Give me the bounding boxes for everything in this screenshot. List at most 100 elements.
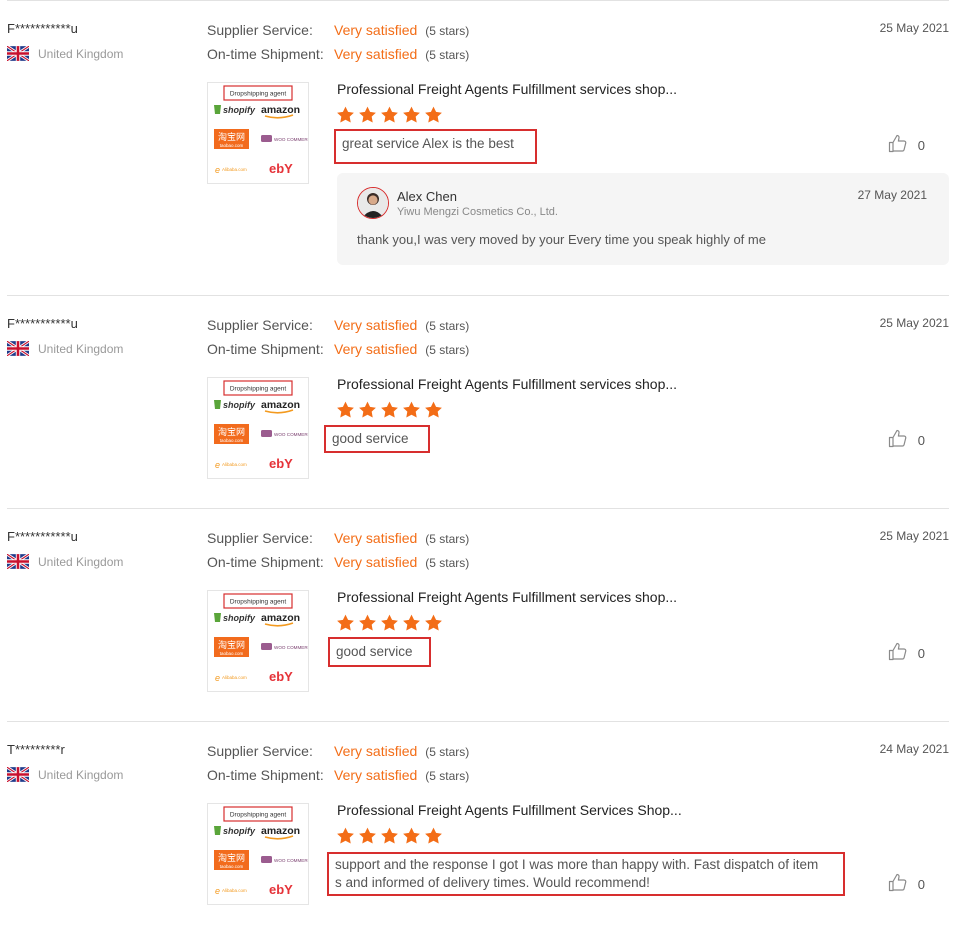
product-thumbnail[interactable]: Dropshipping agent shopify amazon 淘宝网 taobao…	[207, 377, 309, 479]
review-comment: support and the response I got I was mor…	[327, 852, 845, 896]
uk-flag-icon	[6, 44, 30, 63]
svg-text:Alibaba.com: Alibaba.com	[222, 462, 247, 467]
product-thumbnail[interactable]: Dropshipping agent shopify amazon 淘宝网 taobao…	[207, 590, 309, 692]
avatar	[357, 187, 389, 219]
svg-text:shopify: shopify	[223, 613, 256, 623]
uk-flag-icon	[6, 765, 30, 784]
star-icon	[336, 105, 355, 124]
star-icon	[358, 826, 377, 845]
ontime-shipment-label: On-time Shipment:	[207, 767, 324, 783]
supplier-service-stars: (5 stars)	[425, 319, 470, 333]
svg-text:shopify: shopify	[223, 826, 256, 836]
product-title-link[interactable]: Professional Freight Agents Fulfillment …	[337, 81, 677, 97]
ontime-shipment-value: Very satisfied	[334, 341, 418, 357]
country-label: United Kingdom	[38, 554, 124, 569]
supplier-service-stars: (5 stars)	[425, 532, 470, 546]
star-icon	[380, 105, 399, 124]
uk-flag-icon	[6, 552, 30, 571]
ontime-shipment-label: On-time Shipment:	[207, 554, 324, 570]
reply-date: 27 May 2021	[857, 188, 927, 202]
star-icon	[358, 613, 377, 632]
product-thumbnail[interactable]: Dropshipping agent shopify amazon 淘宝网 taobao…	[207, 803, 309, 905]
review-item: T*********r United Kingdom Supplier Serv…	[6, 721, 949, 940]
star-icon	[402, 826, 421, 845]
uk-flag-icon	[6, 339, 30, 358]
svg-text:taobao.com: taobao.com	[220, 438, 244, 443]
supplier-service-rating: Supplier Service: Very satisfied (5 stars)	[207, 530, 469, 546]
ontime-shipment-stars: (5 stars)	[425, 769, 470, 783]
supplier-service-label: Supplier Service:	[207, 530, 313, 546]
buyer-name: T*********r	[7, 742, 65, 757]
ontime-shipment-rating: On-time Shipment: Very satisfied (5 stars)	[207, 46, 469, 62]
thumbs-up-icon	[888, 642, 918, 664]
product-title-link[interactable]: Professional Freight Agents Fulfillment …	[337, 376, 677, 392]
thumbs-up-icon	[888, 429, 918, 451]
ontime-shipment-stars: (5 stars)	[425, 343, 470, 357]
review-date: 25 May 2021	[879, 316, 949, 330]
supplier-service-value: Very satisfied	[334, 743, 418, 759]
supplier-service-value: Very satisfied	[334, 22, 418, 38]
star-icon	[380, 613, 399, 632]
star-icon	[402, 105, 421, 124]
ontime-shipment-label: On-time Shipment:	[207, 46, 324, 62]
svg-text:amazon: amazon	[261, 104, 300, 116]
svg-text:ebY: ebY	[269, 161, 293, 176]
like-button[interactable]: 0	[888, 134, 925, 156]
ontime-shipment-value: Very satisfied	[334, 46, 418, 62]
buyer-name: F***********u	[7, 316, 78, 331]
svg-text:amazon: amazon	[261, 825, 300, 837]
star-icon	[380, 826, 399, 845]
svg-text:WOO COMMERCE: WOO COMMERCE	[274, 858, 308, 863]
svg-text:shopify: shopify	[223, 400, 256, 410]
star-icon	[402, 613, 421, 632]
supplier-service-rating: Supplier Service: Very satisfied (5 stars)	[207, 317, 469, 333]
product-star-rating	[336, 105, 446, 125]
star-icon	[336, 826, 355, 845]
svg-text:e: e	[215, 165, 220, 175]
ontime-shipment-rating: On-time Shipment: Very satisfied (5 stars)	[207, 767, 469, 783]
like-button[interactable]: 0	[888, 429, 925, 451]
star-icon	[424, 400, 443, 419]
svg-text:ebY: ebY	[269, 669, 293, 684]
svg-text:淘宝网: 淘宝网	[218, 426, 245, 438]
svg-text:ebY: ebY	[269, 456, 293, 471]
supplier-service-label: Supplier Service:	[207, 22, 313, 38]
like-button[interactable]: 0	[888, 873, 925, 895]
svg-text:Dropshipping agent: Dropshipping agent	[230, 386, 287, 393]
product-title-link[interactable]: Professional Freight Agents Fulfillment …	[337, 589, 677, 605]
svg-text:WOO COMMERCE: WOO COMMERCE	[274, 432, 308, 437]
country-label: United Kingdom	[38, 341, 124, 356]
review-date: 25 May 2021	[879, 21, 949, 35]
svg-text:淘宝网: 淘宝网	[218, 131, 245, 143]
product-title-link[interactable]: Professional Freight Agents Fulfillment …	[337, 802, 682, 818]
supplier-service-value: Very satisfied	[334, 530, 418, 546]
review-item: F***********u United Kingdom Supplier Se…	[6, 295, 949, 509]
star-icon	[424, 105, 443, 124]
svg-text:Alibaba.com: Alibaba.com	[222, 167, 247, 172]
supplier-service-value: Very satisfied	[334, 317, 418, 333]
svg-text:taobao.com: taobao.com	[220, 651, 244, 656]
country-label: United Kingdom	[38, 767, 124, 782]
star-icon	[424, 826, 443, 845]
reply-company: Yiwu Mengzi Cosmetics Co., Ltd.	[397, 206, 558, 218]
supplier-service-rating: Supplier Service: Very satisfied (5 stars)	[207, 743, 469, 759]
supplier-service-label: Supplier Service:	[207, 317, 313, 333]
review-comment: good service	[328, 637, 431, 667]
svg-text:Dropshipping agent: Dropshipping agent	[230, 91, 287, 98]
svg-text:shopify: shopify	[223, 105, 256, 115]
svg-text:ebY: ebY	[269, 882, 293, 897]
supplier-service-label: Supplier Service:	[207, 743, 313, 759]
svg-text:amazon: amazon	[261, 399, 300, 411]
like-count: 0	[917, 645, 925, 661]
svg-text:e: e	[215, 460, 220, 470]
product-thumbnail[interactable]: Dropshipping agent shopify amazon 淘宝网 taobao…	[207, 82, 309, 184]
supplier-service-stars: (5 stars)	[425, 24, 470, 38]
buyer-name: F***********u	[7, 529, 78, 544]
supplier-reply: Alex Chen Yiwu Mengzi Cosmetics Co., Ltd…	[337, 173, 949, 265]
ontime-shipment-stars: (5 stars)	[425, 556, 470, 570]
svg-text:taobao.com: taobao.com	[220, 143, 244, 148]
like-button[interactable]: 0	[888, 642, 925, 664]
review-date: 24 May 2021	[879, 742, 949, 756]
buyer-country: United Kingdom	[6, 552, 124, 571]
star-icon	[336, 400, 355, 419]
